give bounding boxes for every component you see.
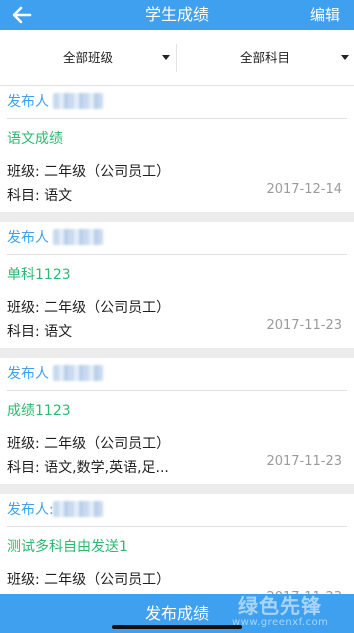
subject-filter-dropdown[interactable]: 全部科目 <box>177 30 353 86</box>
home-indicator <box>112 625 242 629</box>
record-class: 班级: 二年级（公司员工） <box>7 164 171 180</box>
record-subject: 科目: 语文 <box>7 188 73 204</box>
record-class: 班级: 二年级（公司员工） <box>7 572 171 588</box>
card-divider <box>7 254 347 255</box>
record-title: 测试多科自由发送1 <box>7 539 128 555</box>
filter-bar: 全部班级 全部科目 <box>0 30 354 86</box>
publisher-name-redacted <box>53 365 103 381</box>
subject-filter-label: 全部科目 <box>239 50 290 65</box>
record-subject: 科目: 语文,数学,英语,足... <box>7 460 169 476</box>
publish-grades-label: 发布成绩 <box>144 604 209 623</box>
caret-down-icon <box>162 55 170 60</box>
publisher-name-redacted <box>53 501 103 517</box>
publisher-name-redacted <box>53 229 103 245</box>
grade-record-card[interactable]: 发布人 单科1123 班级: 二年级（公司员工） 科目: 语文 2017-11-… <box>0 222 354 348</box>
app-screen: 学生成绩 编辑 全部班级 全部科目 发布人 语文成绩 班级: 二年级（公司员工）… <box>0 0 354 633</box>
publisher-name-redacted <box>53 93 103 109</box>
record-date: 2017-11-23 <box>266 454 342 469</box>
record-class: 班级: 二年级（公司员工） <box>7 300 171 316</box>
caret-down-icon <box>341 55 349 60</box>
publisher-label: 发布人 <box>7 94 49 110</box>
record-title: 单科1123 <box>7 267 71 283</box>
grade-record-card[interactable]: 发布人 语文成绩 班级: 二年级（公司员工） 科目: 语文 2017-12-14 <box>0 86 354 212</box>
card-divider <box>7 390 347 391</box>
record-subject: 科目: 语文 <box>7 324 73 340</box>
page-title: 学生成绩 <box>144 5 209 24</box>
class-filter-label: 全部班级 <box>62 50 113 65</box>
class-filter-dropdown[interactable]: 全部班级 <box>0 30 176 86</box>
grade-record-card[interactable]: 发布人 成绩1123 班级: 二年级（公司员工） 科目: 语文,数学,英语,足.… <box>0 358 354 484</box>
record-title: 成绩1123 <box>7 403 71 419</box>
edit-button[interactable]: 编辑 <box>310 5 340 25</box>
record-date: 2017-11-23 <box>266 318 342 333</box>
card-divider <box>7 526 347 527</box>
publisher-label: 发布人: <box>7 502 54 518</box>
publisher-label: 发布人 <box>7 366 49 382</box>
record-title: 语文成绩 <box>7 131 63 147</box>
publisher-label: 发布人 <box>7 230 49 246</box>
record-class: 班级: 二年级（公司员工） <box>7 436 171 452</box>
card-divider <box>7 118 347 119</box>
top-bar: 学生成绩 编辑 <box>0 0 354 30</box>
record-date: 2017-12-14 <box>266 182 342 197</box>
grade-record-list: 发布人 语文成绩 班级: 二年级（公司员工） 科目: 语文 2017-12-14… <box>0 86 354 630</box>
back-arrow-icon[interactable] <box>10 3 34 27</box>
